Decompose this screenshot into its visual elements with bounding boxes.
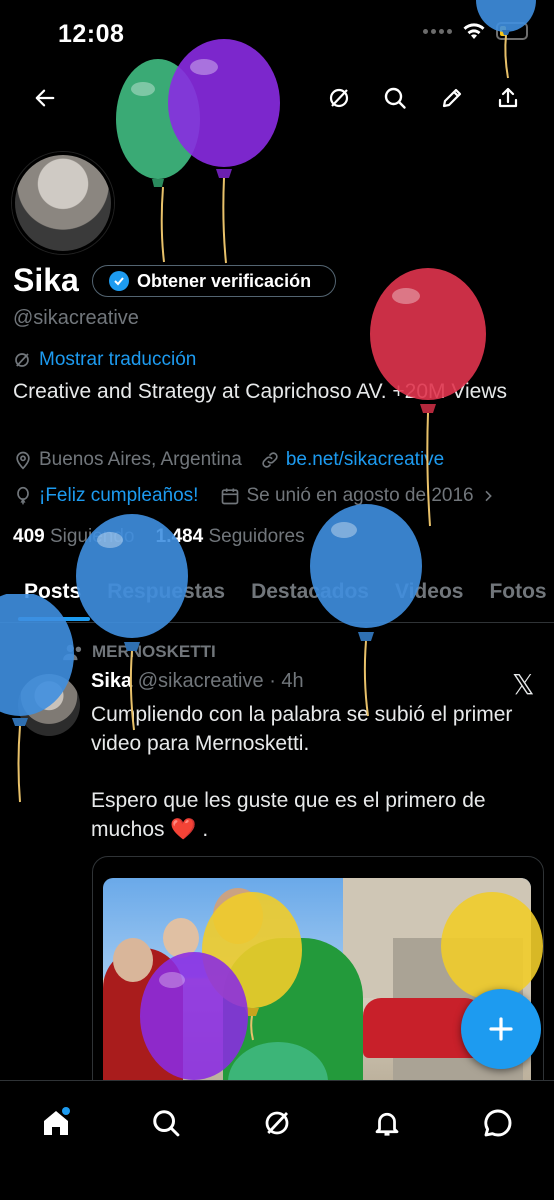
balloon-blue-corner [476,0,536,79]
compose-plus-icon [489,1017,513,1041]
back-button[interactable] [23,76,67,120]
nav-grok[interactable] [251,1097,303,1149]
verified-badge-icon [109,271,129,291]
location-icon [16,451,30,470]
status-time: 12:08 [58,20,125,48]
link-icon [262,452,278,468]
nav-messages[interactable] [472,1097,524,1149]
grok-icon [329,88,349,108]
balloon-blue-right [310,504,422,717]
translate-link[interactable]: Mostrar traducción [13,349,196,371]
balloon-purple [168,39,280,264]
grok-button[interactable] [317,76,361,120]
tab-photos[interactable]: Fotos [476,570,554,622]
translate-icon [15,353,29,367]
get-verified-label: Obtener verificación [137,270,312,291]
nav-search[interactable] [140,1097,192,1149]
followers-label: Seguidores [208,526,305,547]
balloon-red [370,268,486,527]
edit-icon [442,88,462,108]
profile-avatar[interactable] [12,152,114,254]
translate-label[interactable]: Mostrar traducción [39,349,196,371]
balloon-teal-bottom [228,1042,328,1080]
back-arrow-icon [35,89,55,107]
x-logo-icon[interactable]: 𝕏 [512,668,535,701]
edit-button[interactable] [430,76,474,120]
nav-home[interactable] [30,1097,82,1149]
home-notification-dot [62,1107,70,1115]
search-icon [384,87,406,109]
search-icon [153,1110,180,1137]
balloon-blue-left [76,514,188,731]
profile-handle: @sikacreative [13,307,139,329]
share-button[interactable] [486,76,530,120]
calendar-icon [222,488,239,505]
search-button[interactable] [373,76,417,120]
balloon-icon [17,486,29,505]
share-icon [498,87,518,108]
profile-name: Sika [13,262,79,298]
following-count: 409 [13,526,45,547]
grok-icon [265,1111,289,1135]
post-text-paragraph-2: Espero que les guste que es el primero d… [91,789,486,841]
get-verified-button[interactable]: Obtener verificación [92,265,336,297]
profile-location: Buenos Aires, Argentina [39,449,242,470]
bottom-nav [0,1080,554,1200]
post-time: · 4h [269,670,304,692]
birthday-link[interactable]: ¡Feliz cumpleaños! [39,485,198,507]
balloon-blue-edge [0,594,74,803]
compose-button[interactable] [461,989,541,1069]
nav-notifications[interactable] [361,1097,413,1149]
notifications-icon [375,1112,399,1136]
signal-icon [423,28,452,34]
messages-icon [484,1109,512,1137]
